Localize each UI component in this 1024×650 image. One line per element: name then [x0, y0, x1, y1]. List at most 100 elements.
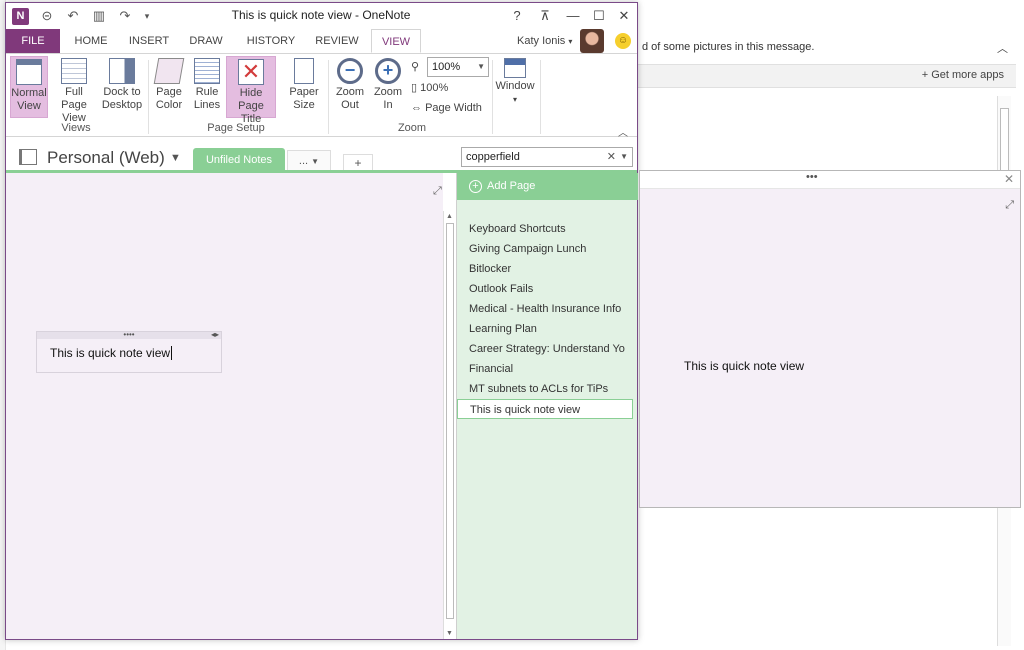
page-item[interactable]: Medical - Health Insurance Info [469, 299, 633, 319]
tab-view[interactable]: VIEW [371, 29, 421, 53]
page-item[interactable]: MT subnets to ACLs for TiPs [469, 379, 633, 399]
window-title: This is quick note view - OneNote [231, 8, 411, 22]
close-icon[interactable]: ✕ [1004, 172, 1014, 186]
views-group-label: Views [61, 122, 91, 134]
chevron-down-icon[interactable]: ▼ [170, 152, 181, 164]
rule-lines-label: Rule Lines [193, 86, 221, 111]
tab-insert[interactable]: INSERT [124, 29, 174, 53]
paper-size-label: Paper Size [289, 86, 319, 111]
page-color-icon [153, 58, 185, 84]
paper-size-button[interactable]: Paper Size [286, 56, 322, 118]
customize-qat-icon[interactable]: ▾ [138, 7, 156, 25]
dock-icon[interactable]: ▥ [90, 7, 108, 25]
scroll-thumb[interactable] [1000, 108, 1009, 178]
tab-draw[interactable]: DRAW [184, 29, 228, 53]
page-item[interactable]: Career Strategy: Understand Yo [469, 339, 633, 359]
page-canvas[interactable]: ⤢ •••• ◂▸ This is quick note view [6, 173, 443, 639]
page-item[interactable]: Outlook Fails [469, 279, 633, 299]
normal-view-button[interactable]: Normal View [10, 56, 48, 118]
page-color-button[interactable]: Page Color [152, 56, 186, 118]
title-bar: N ⊝ ↶ ▥ ↷ ▾ This is quick note view - On… [6, 3, 637, 29]
back-icon[interactable]: ⊝ [38, 7, 56, 25]
onenote-window: N ⊝ ↶ ▥ ↷ ▾ This is quick note view - On… [5, 2, 638, 640]
dock-to-desktop-label: Dock to Desktop [101, 86, 143, 111]
page-item[interactable]: Keyboard Shortcuts [469, 219, 633, 239]
full-page-view-label: Full Page View [61, 86, 87, 124]
section-overflow-label: ... [298, 155, 309, 167]
full-page-view-button[interactable]: Full Page View [51, 56, 97, 124]
window-button[interactable]: Window ▾ [494, 56, 536, 118]
scroll-down-icon[interactable]: ▼ [446, 630, 453, 637]
expand-icon[interactable]: ⤢ [1005, 199, 1014, 212]
rule-lines-button[interactable]: Rule Lines [190, 56, 224, 118]
tab-file[interactable]: FILE [6, 29, 60, 53]
quick-note-menu-icon[interactable]: ••• [806, 171, 818, 183]
collapse-ribbon-icon[interactable]: ︿ [618, 124, 628, 139]
note-drag-handle[interactable]: •••• ◂▸ [37, 331, 221, 339]
section-tab-unfiled-notes[interactable]: Unfiled Notes [193, 148, 285, 172]
search-value: copperfield [466, 151, 520, 163]
quick-note-title-bar[interactable]: ••• ✕ [640, 171, 1020, 189]
page-item-selected[interactable]: This is quick note view [457, 399, 633, 419]
note-container[interactable]: •••• ◂▸ This is quick note view [36, 331, 222, 373]
magnifier-icon: ⚲ [411, 61, 420, 73]
tab-review[interactable]: REVIEW [308, 29, 366, 53]
canvas-scrollbar[interactable]: ▲ ▼ [443, 211, 456, 639]
normal-view-label: Normal View [11, 87, 47, 112]
close-button[interactable]: ✕ [613, 6, 635, 26]
ribbon-display-options-button[interactable]: ⊼ [534, 6, 556, 26]
maximize-button[interactable]: ☐ [588, 6, 610, 26]
tab-history[interactable]: HISTORY [242, 29, 300, 53]
page-item[interactable]: Giving Campaign Lunch [469, 239, 633, 259]
add-page-button[interactable]: + Add Page [457, 173, 638, 200]
page-item[interactable]: Bitlocker [469, 259, 633, 279]
note-text[interactable]: This is quick note view [50, 346, 173, 360]
scroll-thumb[interactable] [446, 223, 454, 619]
page-width-button[interactable]: ⇔ Page Width [411, 102, 482, 114]
clear-search-icon[interactable]: ✕ [607, 148, 616, 166]
dock-to-desktop-button[interactable]: Dock to Desktop [100, 56, 144, 118]
chevron-down-icon: ▼ [311, 157, 320, 166]
section-overflow-button[interactable]: ... ▼ [287, 150, 331, 172]
resize-handle-icon[interactable]: ◂▸ [211, 331, 219, 339]
ribbon-separator [492, 60, 493, 134]
undo-icon[interactable]: ↶ [64, 7, 82, 25]
search-scope-chevron-icon[interactable]: ▼ [620, 148, 628, 166]
zoom-in-icon: + [375, 58, 401, 84]
user-name[interactable]: Katy Ionis ▾ [517, 35, 572, 47]
avatar[interactable] [580, 29, 604, 53]
get-more-apps-link[interactable]: + Get more apps [922, 69, 1004, 81]
zoom-in-label: Zoom In [373, 86, 403, 111]
notebook-icon[interactable] [19, 149, 37, 165]
notebook-name[interactable]: Personal (Web) [47, 148, 165, 168]
chevron-up-icon[interactable]: ︿ [997, 40, 1008, 56]
minimize-button[interactable]: — [562, 6, 584, 26]
zoom-group-label: Zoom [397, 122, 427, 134]
notebook-bar: Personal (Web) ▼ Unfiled Notes ... ▼ + c… [6, 138, 637, 172]
zoom-level-combo[interactable]: 100% ▼ [427, 57, 489, 77]
redo-icon[interactable]: ↷ [116, 7, 134, 25]
chevron-down-icon[interactable]: ▼ [477, 58, 485, 76]
expand-icon[interactable]: ⤢ [433, 185, 442, 198]
ribbon: Normal View Full Page View Dock to Deskt… [6, 53, 637, 139]
quick-note-text[interactable]: This is quick note view [684, 359, 804, 373]
smiley-feedback-icon[interactable]: ☺ [615, 33, 631, 49]
zoom-out-button[interactable]: − Zoom Out [332, 56, 368, 118]
page-item[interactable]: Financial [469, 359, 633, 379]
window-label: Window [495, 80, 535, 92]
add-circle-icon: + [469, 180, 482, 193]
onenote-logo-icon: N [12, 8, 29, 25]
zoom-100-button[interactable]: ▯ 100% [411, 81, 448, 94]
page-item[interactable]: Learning Plan [469, 319, 633, 339]
chevron-down-icon: ▾ [512, 95, 517, 104]
zoom-in-button[interactable]: + Zoom In [370, 56, 406, 118]
help-button[interactable]: ? [506, 6, 528, 26]
tab-home[interactable]: HOME [68, 29, 114, 53]
search-input[interactable]: copperfield ✕ ▼ [461, 147, 633, 167]
hide-page-title-button[interactable]: ✕ Hide Page Title [226, 56, 276, 125]
ribbon-separator [328, 60, 329, 134]
hide-page-title-label: Hide Page Title [238, 87, 264, 125]
user-menu-chevron-icon[interactable]: ▾ [568, 37, 572, 46]
scroll-up-icon[interactable]: ▲ [446, 213, 453, 220]
ribbon-separator [148, 60, 149, 134]
